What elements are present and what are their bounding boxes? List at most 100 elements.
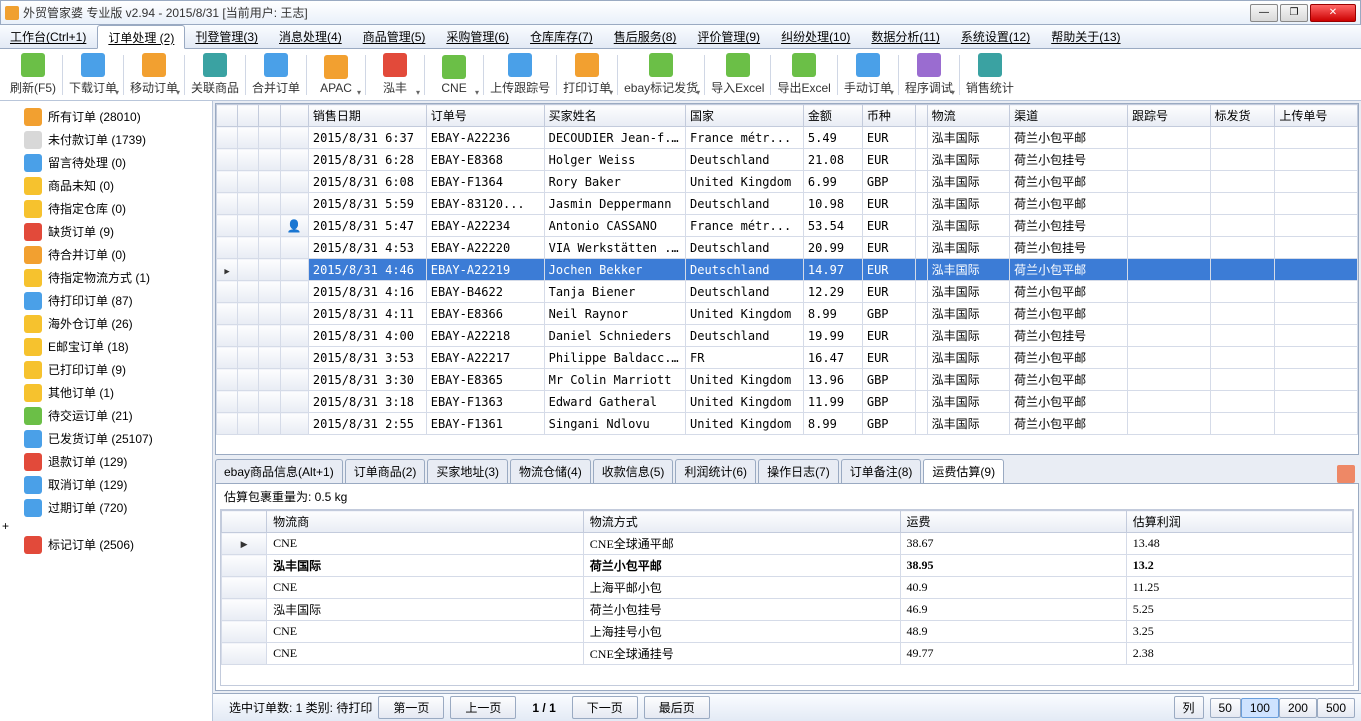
table-row[interactable]: 2015/8/31 5:59EBAY-83120...Jasmin Depper…	[217, 193, 1358, 215]
column-header[interactable]	[259, 105, 280, 127]
toolbar-button[interactable]: 上传跟踪号	[486, 51, 554, 99]
bottom-tab[interactable]: 订单备注(8)	[841, 459, 922, 483]
table-row[interactable]: 2015/8/31 4:16EBAY-B4622Tanja BienerDeut…	[217, 281, 1358, 303]
sidebar-item[interactable]: 标记订单 (2506)	[2, 533, 210, 556]
page-size-button[interactable]: 100	[1241, 698, 1279, 718]
column-header[interactable]	[280, 105, 308, 127]
table-row[interactable]: 👤2015/8/31 5:47EBAY-A22234Antonio CASSAN…	[217, 215, 1358, 237]
close-button[interactable]: ✕	[1310, 4, 1356, 22]
column-header[interactable]	[238, 105, 259, 127]
toolbar-button[interactable]: 刷新(F5)	[6, 51, 60, 99]
column-header[interactable]	[915, 105, 927, 127]
table-row[interactable]: CNE上海挂号小包48.93.25	[222, 621, 1353, 643]
table-row[interactable]: 泓丰国际荷兰小包平邮38.9513.2	[222, 555, 1353, 577]
column-header[interactable]: 物流商	[267, 511, 584, 533]
table-row[interactable]: 2015/8/31 3:18EBAY-F1363Edward GatheralU…	[217, 391, 1358, 413]
column-header[interactable]	[217, 105, 238, 127]
table-row[interactable]: 2015/8/31 6:08EBAY-F1364Rory BakerUnited…	[217, 171, 1358, 193]
menu-item[interactable]: 系统设置(12)	[951, 25, 1041, 48]
minimize-button[interactable]: —	[1250, 4, 1278, 22]
sidebar-item[interactable]: 过期订单 (720)	[2, 496, 210, 519]
sidebar-item[interactable]: 退款订单 (129)	[2, 450, 210, 473]
sidebar-item[interactable]: 其他订单 (1)	[2, 381, 210, 404]
page-size-button[interactable]: 500	[1317, 698, 1355, 718]
table-row[interactable]: 2015/8/31 2:55EBAY-F1361Singani NdlovuUn…	[217, 413, 1358, 435]
toolbar-button[interactable]: APAC	[309, 51, 363, 99]
orders-grid[interactable]: 销售日期订单号买家姓名国家金额币种物流渠道跟踪号标发货上传单号2015/8/31…	[215, 103, 1359, 455]
column-header[interactable]: 物流	[927, 105, 1010, 127]
column-header[interactable]: 金额	[803, 105, 862, 127]
toolbar-button[interactable]: 程序调试	[901, 51, 957, 99]
sidebar-item[interactable]: 所有订单 (28010)	[2, 105, 210, 128]
bottom-tab[interactable]: 物流仓储(4)	[510, 459, 591, 483]
table-row[interactable]: 2015/8/31 4:11EBAY-E8366Neil RaynorUnite…	[217, 303, 1358, 325]
sidebar-item[interactable]: E邮宝订单 (18)	[2, 335, 210, 358]
column-header[interactable]: 订单号	[426, 105, 544, 127]
sidebar-item[interactable]: 已发货订单 (25107)	[2, 427, 210, 450]
next-page-button[interactable]: 下一页	[572, 696, 638, 719]
shipping-estimate-grid[interactable]: 物流商物流方式运费估算利润CNECNE全球通平邮38.6713.48泓丰国际荷兰…	[220, 509, 1354, 686]
menu-item[interactable]: 商品管理(5)	[353, 25, 437, 48]
toolbar-button[interactable]: 合并订单	[248, 51, 304, 99]
sidebar-item[interactable]: 待指定物流方式 (1)	[2, 266, 210, 289]
toolbar-button[interactable]: 泓丰	[368, 51, 422, 99]
toolbar-button[interactable]: 手动订单	[840, 51, 896, 99]
tree-expander[interactable]: +	[2, 519, 210, 533]
table-row[interactable]: 2015/8/31 3:53EBAY-A22217Philippe Baldac…	[217, 347, 1358, 369]
sidebar-item[interactable]: 已打印订单 (9)	[2, 358, 210, 381]
maximize-button[interactable]: ❐	[1280, 4, 1308, 22]
table-row[interactable]: 2015/8/31 4:46EBAY-A22219Jochen BekkerDe…	[217, 259, 1358, 281]
menu-item[interactable]: 工作台(Ctrl+1)	[0, 25, 97, 48]
column-header[interactable]: 物流方式	[583, 511, 900, 533]
column-header[interactable]: 标发货	[1210, 105, 1275, 127]
table-row[interactable]: CNE上海平邮小包40.911.25	[222, 577, 1353, 599]
column-header[interactable]: 估算利润	[1126, 511, 1352, 533]
menu-item[interactable]: 仓库库存(7)	[520, 25, 604, 48]
menu-item[interactable]: 刊登管理(3)	[185, 25, 269, 48]
menu-item[interactable]: 纠纷处理(10)	[771, 25, 861, 48]
bottom-tab[interactable]: 订单商品(2)	[345, 459, 426, 483]
toolbar-button[interactable]: 导出Excel	[773, 51, 834, 99]
bottom-tab[interactable]: ebay商品信息(Alt+1)	[215, 459, 343, 483]
menu-item[interactable]: 订单处理 (2)	[97, 25, 185, 49]
first-page-button[interactable]: 第一页	[378, 696, 444, 719]
sidebar-item[interactable]: 缺货订单 (9)	[2, 220, 210, 243]
menu-item[interactable]: 评价管理(9)	[687, 25, 771, 48]
column-header[interactable]: 跟踪号	[1128, 105, 1211, 127]
sidebar-item[interactable]: 待合并订单 (0)	[2, 243, 210, 266]
menu-item[interactable]: 消息处理(4)	[269, 25, 353, 48]
sidebar-item[interactable]: 未付款订单 (1739)	[2, 128, 210, 151]
page-size-button[interactable]: 50	[1210, 698, 1241, 718]
sidebar-item[interactable]: 待交运订单 (21)	[2, 404, 210, 427]
column-header[interactable]: 买家姓名	[544, 105, 685, 127]
menu-item[interactable]: 采购管理(6)	[436, 25, 520, 48]
book-icon[interactable]	[1337, 465, 1355, 483]
toolbar-button[interactable]: 下载订单	[65, 51, 121, 99]
column-header[interactable]	[222, 511, 267, 533]
toolbar-button[interactable]: 销售统计	[962, 51, 1018, 99]
bottom-tab[interactable]: 收款信息(5)	[593, 459, 674, 483]
toolbar-button[interactable]: ebay标记发货	[620, 51, 702, 99]
table-row[interactable]: 2015/8/31 6:28EBAY-E8368Holger WeissDeut…	[217, 149, 1358, 171]
sidebar-item[interactable]: 待指定仓库 (0)	[2, 197, 210, 220]
sidebar-item[interactable]: 待打印订单 (87)	[2, 289, 210, 312]
menu-item[interactable]: 售后服务(8)	[604, 25, 688, 48]
toolbar-button[interactable]: 导入Excel	[707, 51, 768, 99]
sidebar-item[interactable]: 海外仓订单 (26)	[2, 312, 210, 335]
column-header[interactable]: 币种	[862, 105, 915, 127]
table-row[interactable]: 泓丰国际荷兰小包挂号46.95.25	[222, 599, 1353, 621]
bottom-tab[interactable]: 买家地址(3)	[427, 459, 508, 483]
bottom-tab[interactable]: 操作日志(7)	[758, 459, 839, 483]
table-row[interactable]: CNECNE全球通挂号49.772.38	[222, 643, 1353, 665]
table-row[interactable]: 2015/8/31 4:53EBAY-A22220VIA Werkstätten…	[217, 237, 1358, 259]
prev-page-button[interactable]: 上一页	[450, 696, 516, 719]
toolbar-button[interactable]: 移动订单	[126, 51, 182, 99]
page-size-button[interactable]: 200	[1279, 698, 1317, 718]
bottom-tab[interactable]: 运费估算(9)	[923, 459, 1004, 483]
sidebar-item[interactable]: 留言待处理 (0)	[2, 151, 210, 174]
column-header[interactable]: 渠道	[1010, 105, 1128, 127]
sidebar-item[interactable]: 商品未知 (0)	[2, 174, 210, 197]
toolbar-button[interactable]: 关联商品	[187, 51, 243, 99]
last-page-button[interactable]: 最后页	[644, 696, 710, 719]
table-row[interactable]: CNECNE全球通平邮38.6713.48	[222, 533, 1353, 555]
